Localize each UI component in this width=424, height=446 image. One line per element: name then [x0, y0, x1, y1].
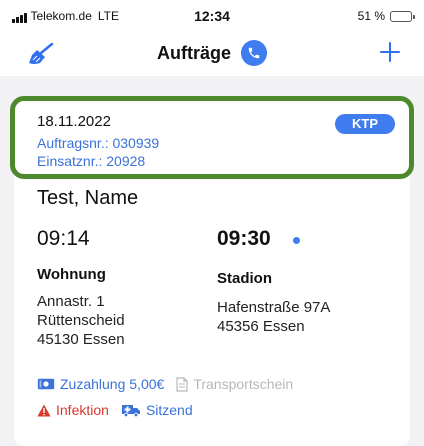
page-title: Aufträge	[156, 42, 231, 63]
battery-icon	[390, 10, 415, 22]
copay-info: Zuzahlung 5,00€	[37, 376, 164, 392]
transport-doc[interactable]: Transportschein	[176, 376, 293, 392]
destination-label: Stadion	[217, 270, 272, 287]
pickup-line-3: 45130 Essen	[37, 331, 125, 348]
pickup-address: Annastr. 1 Rüttenscheid 45130 Essen	[37, 292, 125, 349]
seating-flag: Sitzend	[121, 402, 193, 418]
order-date: 18.11.2022	[37, 113, 111, 130]
infection-text: Infektion	[56, 402, 109, 418]
pickup-line-2: Rüttenscheid	[37, 312, 125, 329]
battery-status: 51 %	[357, 9, 415, 23]
mission-number: Einsatznr.: 20928	[37, 153, 146, 169]
pickup-line-1: Annastr. 1	[37, 293, 105, 310]
destination-line-2: 45356 Essen	[217, 318, 305, 335]
payment-row: Zuzahlung 5,00€ Transportschein	[37, 376, 293, 392]
end-time: 09:30	[217, 227, 271, 250]
status-bar: Telekom.de LTE 12:34 51 %	[0, 0, 424, 30]
warning-icon	[37, 404, 51, 416]
document-icon	[176, 376, 188, 392]
status-badge: KTP	[335, 114, 395, 134]
banknote-icon	[37, 378, 55, 390]
pickup-label: Wohnung	[37, 266, 106, 283]
ambulance-icon	[121, 405, 140, 417]
destination-line-1: Hafenstraße 97A	[217, 299, 331, 316]
nav-bar: Aufträge	[0, 30, 424, 76]
add-button[interactable]	[378, 40, 402, 64]
flags-row: Infektion Sitzend	[37, 402, 193, 418]
destination-address: Hafenstraße 97A 45356 Essen	[217, 298, 330, 336]
plus-icon	[380, 42, 400, 62]
title-group: Aufträge	[0, 40, 424, 66]
status-dot	[293, 237, 300, 244]
phone-button[interactable]	[241, 40, 267, 66]
order-number: Auftragsnr.: 030939	[37, 135, 160, 151]
patient-name: Test, Name	[37, 187, 139, 209]
start-time: 09:14	[37, 227, 90, 250]
transport-doc-text: Transportschein	[193, 376, 294, 392]
seating-text: Sitzend	[145, 402, 193, 418]
phone-icon	[248, 47, 260, 59]
infection-flag: Infektion	[37, 402, 109, 418]
copay-text: Zuzahlung 5,00€	[60, 376, 165, 392]
battery-percent: 51 %	[357, 9, 385, 23]
